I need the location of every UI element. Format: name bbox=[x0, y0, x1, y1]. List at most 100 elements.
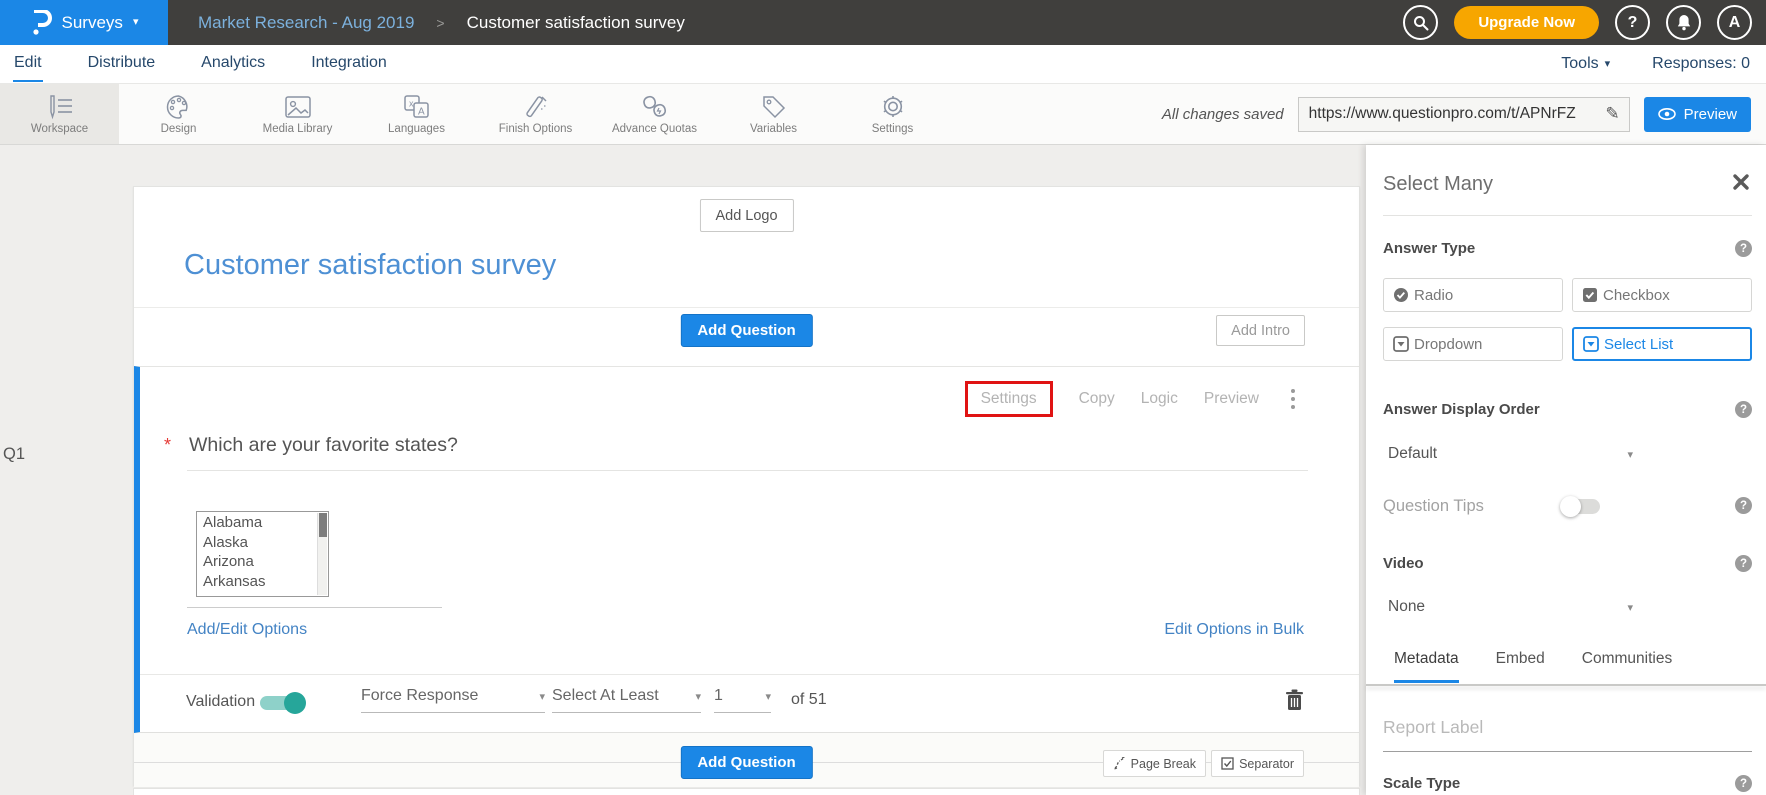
tab-metadata[interactable]: Metadata bbox=[1394, 650, 1459, 683]
toolbar-item-advance-quotas[interactable]: Advance Quotas bbox=[595, 84, 714, 144]
svg-text:A: A bbox=[418, 106, 425, 117]
toolbar-item-media-library[interactable]: Media Library bbox=[238, 84, 357, 144]
tab-distribute[interactable]: Distribute bbox=[87, 46, 157, 82]
media-library-icon bbox=[284, 94, 312, 120]
listbox-scrollbar[interactable] bbox=[317, 513, 327, 595]
separator-button[interactable]: Separator bbox=[1211, 750, 1304, 777]
help-icon[interactable]: ? bbox=[1735, 401, 1752, 418]
caret-down-icon: ▾ bbox=[539, 690, 545, 703]
next-card-edge bbox=[133, 788, 1360, 795]
add-question-button-top[interactable]: Add Question bbox=[680, 314, 812, 347]
tab-communities[interactable]: Communities bbox=[1582, 650, 1672, 683]
listbox-option[interactable]: Alabama bbox=[203, 513, 328, 533]
caret-down-icon: ▾ bbox=[133, 17, 139, 28]
surveys-menu[interactable]: Surveys ▾ bbox=[0, 0, 168, 45]
answer-type-dropdown[interactable]: Dropdown bbox=[1383, 327, 1563, 361]
question-preview-button[interactable]: Preview bbox=[1204, 390, 1259, 408]
survey-nav: Edit Distribute Analytics Integration To… bbox=[0, 45, 1766, 83]
help-icon[interactable]: ? bbox=[1735, 555, 1752, 572]
avatar-initial: A bbox=[1729, 14, 1741, 32]
tab-integration[interactable]: Integration bbox=[310, 46, 388, 82]
search-button[interactable] bbox=[1403, 5, 1438, 40]
toolbar-label: Finish Options bbox=[499, 123, 573, 135]
search-icon bbox=[1413, 15, 1429, 31]
breadcrumb-project-link[interactable]: Market Research - Aug 2019 bbox=[198, 13, 414, 33]
close-panel-button[interactable] bbox=[1732, 173, 1750, 191]
toolbar-item-languages[interactable]: x A Languages bbox=[357, 84, 476, 144]
min-count-dropdown[interactable]: 1 ▾ bbox=[714, 687, 771, 713]
listbox-scroll-thumb[interactable] bbox=[319, 513, 327, 537]
answer-type-checkbox[interactable]: Checkbox bbox=[1572, 278, 1752, 312]
question-number: Q1 bbox=[3, 445, 25, 464]
settings-annotation-box: Settings bbox=[965, 381, 1053, 417]
advance-quotas-link-icon bbox=[641, 94, 669, 120]
upgrade-now-button[interactable]: Upgrade Now bbox=[1454, 6, 1599, 39]
notifications-button[interactable] bbox=[1666, 5, 1701, 40]
listbox-option[interactable]: Arizona bbox=[203, 552, 328, 572]
listbox-options: Alabama Alaska Arizona Arkansas bbox=[197, 512, 328, 591]
account-avatar[interactable]: A bbox=[1717, 5, 1752, 40]
page-break-label: Page Break bbox=[1131, 757, 1196, 771]
toolbar-item-finish-options[interactable]: Finish Options bbox=[476, 84, 595, 144]
toolbar-label: Workspace bbox=[31, 123, 88, 135]
panel-title: Select Many bbox=[1383, 173, 1493, 196]
add-logo-button[interactable]: Add Logo bbox=[699, 199, 793, 232]
question-logic-button[interactable]: Logic bbox=[1141, 390, 1178, 408]
display-order-dropdown[interactable]: Default ▾ bbox=[1388, 445, 1633, 463]
questionpro-logo-icon bbox=[30, 10, 52, 36]
preview-button[interactable]: Preview bbox=[1644, 97, 1751, 132]
section-divider bbox=[134, 307, 1359, 308]
toolbar-item-variables[interactable]: Variables bbox=[714, 84, 833, 144]
answer-type-select-list[interactable]: Select List bbox=[1572, 327, 1752, 361]
question-settings-button[interactable]: Settings bbox=[981, 390, 1037, 407]
toolbar-label: Variables bbox=[750, 123, 797, 135]
required-asterisk: * bbox=[164, 435, 171, 456]
report-label-input[interactable]: Report Label bbox=[1383, 717, 1752, 752]
checkbox-check-icon bbox=[1582, 287, 1598, 303]
toolbar-item-design[interactable]: Design bbox=[119, 84, 238, 144]
question-copy-button[interactable]: Copy bbox=[1079, 390, 1115, 408]
nav-right: Tools ▾ Responses: 0 bbox=[1561, 55, 1766, 73]
app-window: Surveys ▾ Market Research - Aug 2019 > C… bbox=[0, 0, 1766, 795]
languages-icon: x A bbox=[403, 94, 431, 120]
question-more-menu-icon[interactable] bbox=[1291, 389, 1295, 409]
survey-url-value: https://www.questionpro.com/t/APNrFZ bbox=[1299, 105, 1597, 123]
add-edit-options-link[interactable]: Add/Edit Options bbox=[187, 621, 307, 639]
tab-edit[interactable]: Edit bbox=[13, 46, 43, 82]
listbox-option[interactable]: Arkansas bbox=[203, 572, 328, 592]
help-button[interactable]: ? bbox=[1615, 5, 1650, 40]
help-icon[interactable]: ? bbox=[1735, 497, 1752, 514]
delete-question-button[interactable] bbox=[1285, 689, 1304, 711]
validation-divider bbox=[140, 674, 1359, 675]
tools-menu[interactable]: Tools ▾ bbox=[1561, 55, 1610, 73]
tab-embed[interactable]: Embed bbox=[1496, 650, 1545, 683]
video-dropdown[interactable]: None ▾ bbox=[1388, 598, 1633, 616]
help-icon[interactable]: ? bbox=[1735, 240, 1752, 257]
caret-down-icon: ▾ bbox=[695, 690, 701, 703]
answer-type-radio[interactable]: Radio bbox=[1383, 278, 1563, 312]
answer-type-grid: Radio Checkbox Dropdown bbox=[1383, 278, 1752, 361]
answer-listbox[interactable]: Alabama Alaska Arizona Arkansas bbox=[196, 511, 329, 597]
question-settings-panel: Select Many Answer Type ? Radio bbox=[1366, 145, 1766, 795]
help-icon[interactable]: ? bbox=[1735, 775, 1752, 792]
survey-title[interactable]: Customer satisfaction survey bbox=[184, 249, 556, 282]
tab-analytics[interactable]: Analytics bbox=[200, 46, 266, 82]
toolbar-item-workspace[interactable]: Workspace bbox=[0, 84, 119, 144]
edit-url-pencil-icon[interactable]: ✎ bbox=[1596, 104, 1628, 124]
answer-type-label: Select List bbox=[1604, 336, 1673, 353]
toolbar-item-settings[interactable]: Settings bbox=[833, 84, 952, 144]
listbox-option[interactable]: Alaska bbox=[203, 533, 328, 553]
question-text[interactable]: Which are your favorite states? bbox=[189, 434, 458, 457]
page-break-button[interactable]: Page Break bbox=[1103, 750, 1206, 777]
scale-type-heading: Scale Type bbox=[1383, 775, 1460, 792]
separator-label: Separator bbox=[1239, 757, 1294, 771]
add-question-button-bottom[interactable]: Add Question bbox=[680, 746, 812, 779]
add-intro-button[interactable]: Add Intro bbox=[1216, 315, 1305, 346]
validation-toggle[interactable] bbox=[260, 695, 308, 711]
survey-url-field[interactable]: https://www.questionpro.com/t/APNrFZ ✎ bbox=[1298, 97, 1630, 132]
select-at-least-dropdown[interactable]: Select At Least ▾ bbox=[552, 687, 701, 713]
caret-down-icon: ▾ bbox=[1627, 448, 1633, 461]
force-response-dropdown[interactable]: Force Response ▾ bbox=[361, 687, 545, 713]
question-toolbar: Settings Copy Logic Preview bbox=[965, 381, 1295, 417]
edit-options-in-bulk-link[interactable]: Edit Options in Bulk bbox=[1164, 621, 1304, 639]
